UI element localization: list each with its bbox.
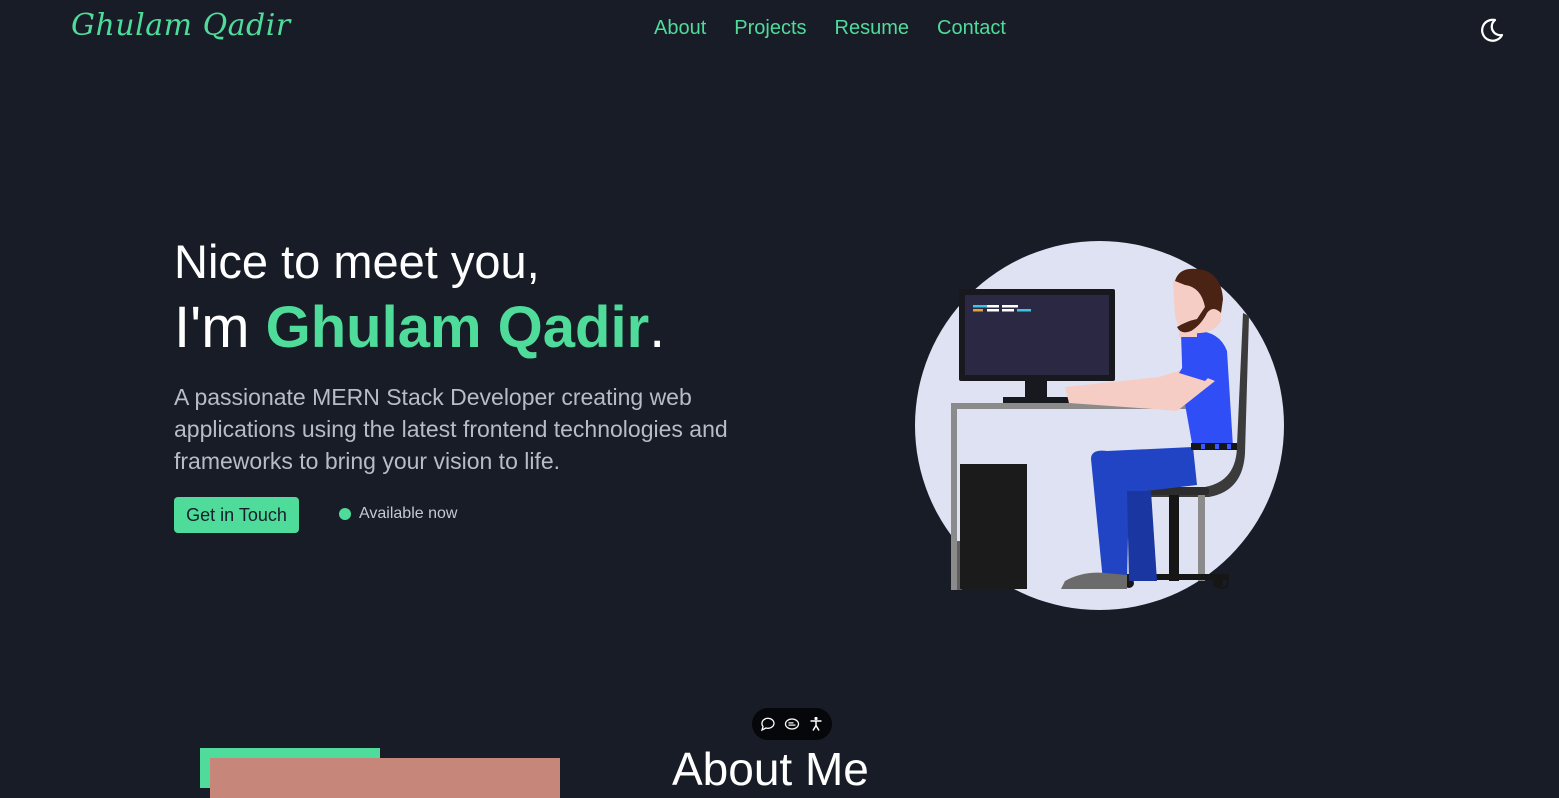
- floating-toolbar: [752, 708, 832, 740]
- intro-suffix: .: [649, 295, 666, 360]
- caption-icon[interactable]: [784, 716, 800, 732]
- hero-description: A passionate MERN Stack Developer creati…: [174, 384, 728, 474]
- availability-status: Available now: [339, 505, 457, 523]
- hero-name: Ghulam Qadir: [265, 295, 650, 360]
- chat-bubble-icon[interactable]: [760, 716, 776, 732]
- nav-projects[interactable]: Projects: [734, 17, 806, 40]
- hero-intro: I'm Ghulam Qadir.: [174, 294, 665, 361]
- intro-prefix: I'm: [174, 295, 250, 360]
- nav-contact[interactable]: Contact: [937, 17, 1006, 40]
- developer-at-desk-illustration: [915, 241, 1284, 610]
- nav-about[interactable]: About: [654, 17, 706, 40]
- moon-icon: [1481, 18, 1504, 42]
- status-dot-icon: [339, 508, 351, 520]
- nav-resume[interactable]: Resume: [835, 17, 909, 40]
- availability-label: Available now: [359, 505, 458, 522]
- get-in-touch-button[interactable]: Get in Touch: [174, 497, 299, 533]
- hero-greeting: Nice to meet you,: [174, 235, 540, 288]
- site-logo[interactable]: Ghulam Qadir: [71, 8, 291, 43]
- about-title: About Me: [672, 743, 869, 795]
- theme-toggle-button[interactable]: [1478, 16, 1506, 44]
- accessibility-icon[interactable]: [808, 716, 824, 732]
- main-nav: About Projects Resume Contact: [654, 17, 1006, 40]
- about-photo: [210, 758, 560, 798]
